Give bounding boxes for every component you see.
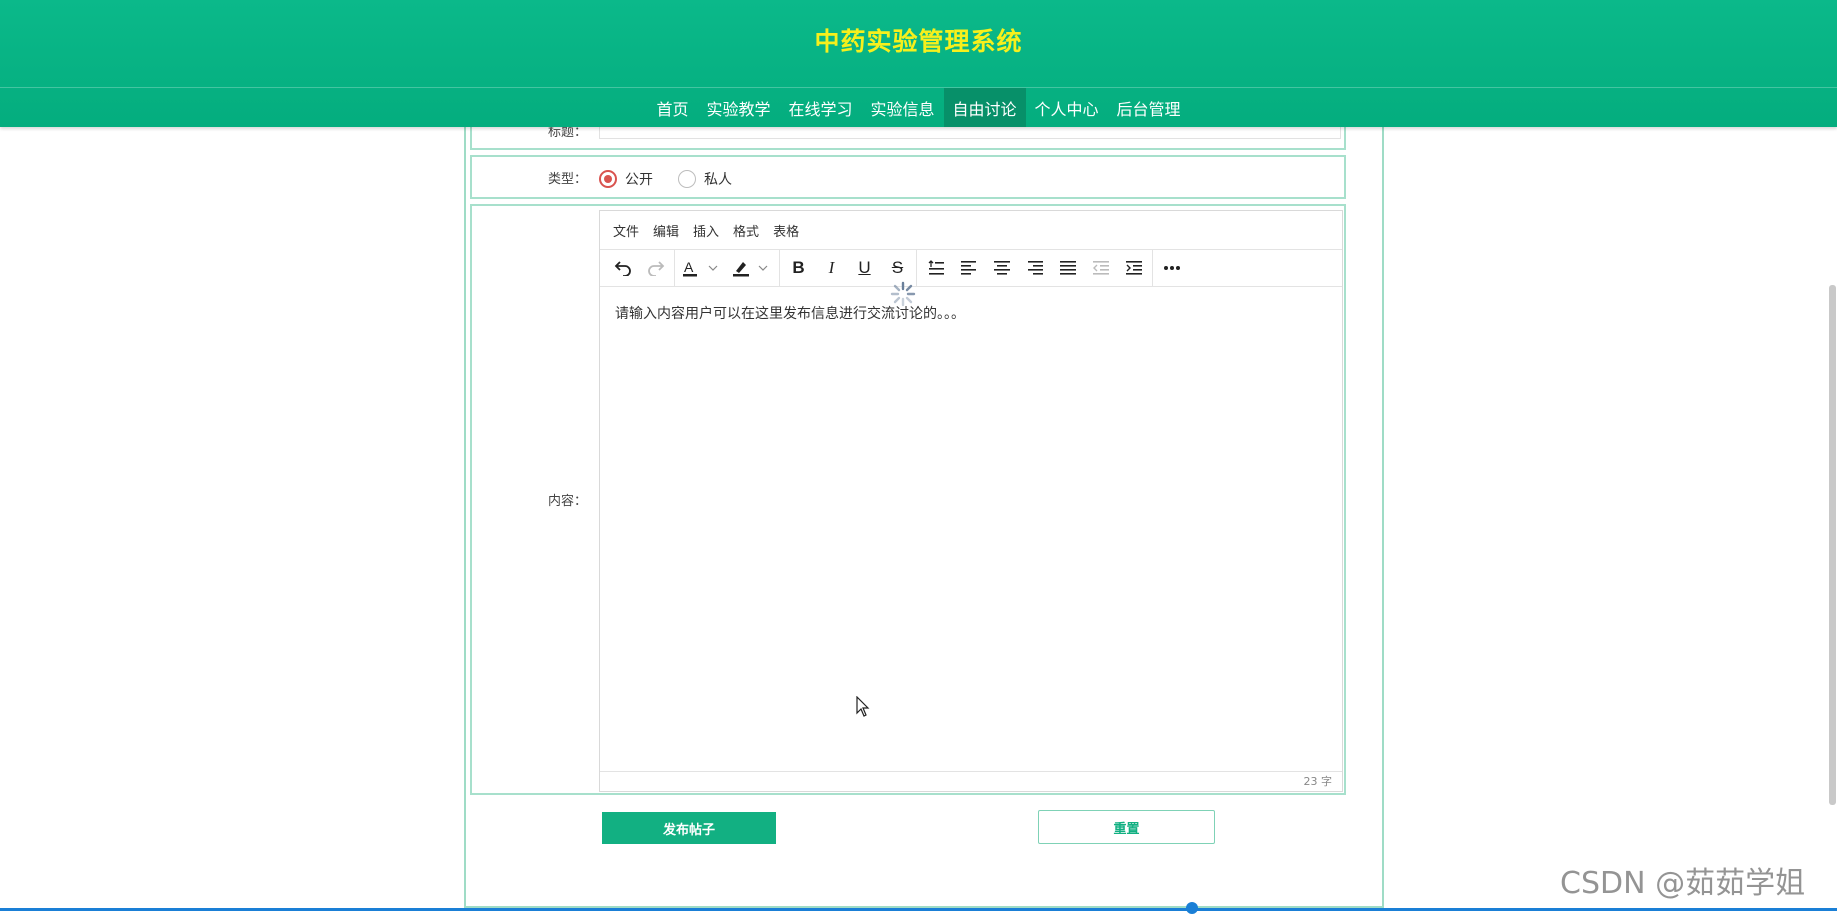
nav-item-experiment-info[interactable]: 实验信息 (861, 88, 943, 127)
main-nav: 首页 实验教学 在线学习 实验信息 自由讨论 个人中心 后台管理 (0, 88, 1837, 127)
menu-format[interactable]: 格式 (726, 221, 766, 240)
radio-private-label: 私人 (704, 172, 732, 188)
menu-insert[interactable]: 插入 (686, 221, 726, 240)
top-header: 中药实验管理系统 首页 实验教学 在线学习 实验信息 自由讨论 个人中心 后台管… (0, 0, 1837, 127)
strikethrough-icon[interactable]: S (881, 253, 914, 283)
editor-statusbar: 23 字 (600, 771, 1342, 791)
font-color-icon[interactable]: A (677, 253, 727, 283)
form-row-type: 类型： 公开 私人 (470, 155, 1346, 199)
radio-private-circle (678, 170, 696, 188)
editor-menubar: 文件 编辑 插入 格式 表格 (600, 211, 1342, 250)
word-count: 23 字 (1303, 775, 1333, 788)
bottom-progress-knob[interactable] (1186, 902, 1198, 914)
align-center-icon[interactable] (985, 253, 1018, 283)
nav-item-free-discussion[interactable]: 自由讨论 (943, 88, 1026, 127)
radio-public-circle (599, 170, 617, 188)
indent-icon[interactable] (1117, 253, 1150, 283)
radio-private[interactable]: 私人 (678, 169, 732, 189)
type-label: 类型： (547, 172, 587, 187)
mouse-cursor-icon (856, 696, 870, 717)
form-row-content: 内容： 文件 编辑 插入 格式 表格 A B I U S 请输入内容用户可以在这… (470, 204, 1346, 795)
nav-item-online-learning[interactable]: 在线学习 (779, 88, 861, 127)
rich-text-editor: 文件 编辑 插入 格式 表格 A B I U S 请输入内容用户可以在这里发布信… (599, 210, 1343, 792)
editor-toolbar: A B I U S (600, 250, 1342, 287)
highlight-icon[interactable] (727, 253, 777, 283)
more-icon[interactable] (1155, 253, 1188, 283)
loading-spinner-icon (890, 281, 916, 307)
outdent-icon[interactable] (1084, 253, 1117, 283)
publish-post-button[interactable]: 发布帖子 (602, 812, 776, 844)
nav-item-admin[interactable]: 后台管理 (1108, 88, 1190, 127)
nav-item-personal-center[interactable]: 个人中心 (1026, 88, 1108, 127)
undo-icon[interactable] (606, 253, 639, 283)
align-justify-icon[interactable] (1051, 253, 1084, 283)
menu-table[interactable]: 表格 (766, 221, 806, 240)
radio-public[interactable]: 公开 (599, 169, 653, 189)
editor-content-area[interactable]: 请输入内容用户可以在这里发布信息进行交流讨论的。。。 (600, 281, 1342, 771)
content-label: 内容： (547, 494, 587, 509)
menu-file[interactable]: 文件 (606, 221, 646, 240)
site-title: 中药实验管理系统 (814, 27, 1023, 56)
underline-icon[interactable]: U (848, 253, 881, 283)
line-height-icon[interactable] (919, 253, 952, 283)
svg-text:A: A (684, 259, 694, 275)
align-right-icon[interactable] (1018, 253, 1051, 283)
nav-item-experiment-teaching[interactable]: 实验教学 (697, 88, 779, 127)
italic-icon[interactable]: I (815, 253, 848, 283)
menu-edit[interactable]: 编辑 (646, 221, 686, 240)
radio-public-label: 公开 (625, 172, 653, 188)
reset-button[interactable]: 重置 (1038, 810, 1215, 844)
bold-icon[interactable]: B (782, 253, 815, 283)
nav-item-home[interactable]: 首页 (647, 88, 697, 127)
redo-icon[interactable] (639, 253, 672, 283)
align-left-icon[interactable] (952, 253, 985, 283)
page-scrollbar[interactable] (1829, 285, 1836, 805)
watermark-text: CSDN @茹茹学姐 (1560, 866, 1806, 901)
editor-content-text: 请输入内容用户可以在这里发布信息进行交流讨论的。。。 (615, 306, 965, 322)
